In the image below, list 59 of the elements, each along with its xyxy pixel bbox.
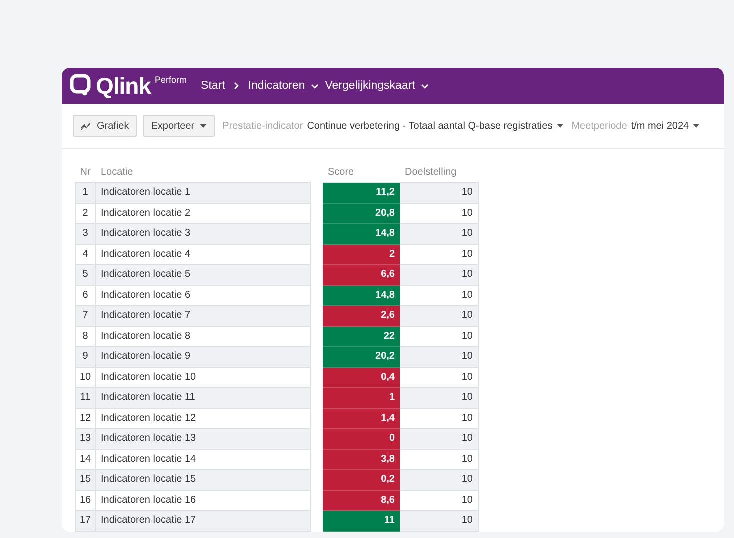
table-cell: 10 (400, 470, 479, 490)
table-cell: Indicatoren locatie 1 (96, 182, 311, 204)
table-cell: 5 (75, 265, 96, 286)
logo-text: Qlink (96, 74, 152, 98)
table-cell: 10 (400, 224, 479, 244)
export-button[interactable]: Exporteer (143, 115, 215, 137)
nav-link[interactable]: Start (201, 80, 226, 92)
score-cell: 20,8 (323, 204, 400, 224)
table-cell: 10 (400, 511, 479, 532)
score-cell: 8,6 (323, 490, 400, 511)
table-cell: Indicatoren locatie 11 (96, 388, 311, 408)
filter-label: Meetperiode (572, 120, 628, 132)
score-cell: 0,4 (323, 368, 400, 388)
table-cell: Indicatoren locatie 9 (96, 347, 311, 368)
score-cell: 11 (323, 511, 400, 532)
table-cell: 10 (400, 429, 479, 450)
table-cell: 1 (75, 182, 96, 204)
score-cell: 2,6 (323, 306, 400, 326)
table-cell: Indicatoren locatie 5 (96, 265, 311, 286)
table-cell: Indicatoren locatie 17 (96, 511, 311, 532)
table-cell: 9 (75, 347, 96, 368)
score-cell: 11,2 (323, 182, 400, 204)
table-cell: Indicatoren locatie 7 (96, 306, 311, 326)
score-cell: 1,4 (323, 408, 400, 429)
table-cell: 10 (400, 347, 479, 368)
table-cell: 15 (75, 470, 96, 490)
table-cell: Indicatoren locatie 13 (96, 429, 311, 450)
column-header: Score (327, 167, 356, 180)
filter-dropdown[interactable]: t/m mei 2024 (631, 120, 690, 132)
column-header: Doelstelling (404, 167, 458, 180)
table-cell: 11 (75, 388, 96, 408)
table-cell: 7 (75, 306, 96, 326)
table-cell: 10 (400, 182, 479, 204)
logo-subtitle: Perform (155, 75, 188, 85)
score-cell: 6,6 (323, 265, 400, 286)
table-cell: Indicatoren locatie 15 (96, 470, 311, 490)
score-cell: 0,2 (323, 470, 400, 490)
column-header: Nr (79, 167, 92, 180)
nav-menu[interactable]: Vergelijkingskaart (325, 80, 430, 92)
table-cell: 13 (75, 429, 96, 450)
score-cell: 20,2 (323, 347, 400, 368)
nav-menu[interactable]: Indicatoren (248, 80, 320, 92)
score-cell: 2 (323, 244, 400, 265)
score-cell: 14,8 (323, 286, 400, 306)
filter-dropdown[interactable]: Continue verbetering - Totaal aantal Q-base registraties (307, 120, 553, 132)
table-cell: 10 (400, 265, 479, 286)
table-cell: Indicatoren locatie 3 (96, 224, 311, 244)
filter-label: Prestatie-indicator (222, 120, 304, 132)
table-cell: 3 (75, 224, 96, 244)
score-cell: 1 (323, 388, 400, 408)
column-header: Locatie (100, 167, 134, 180)
table-cell: 10 (400, 306, 479, 326)
score-cell: 22 (323, 326, 400, 347)
score-cell: 14,8 (323, 224, 400, 244)
score-cell: 3,8 (323, 450, 400, 470)
score-cell: 0 (323, 429, 400, 450)
table-cell: 17 (75, 511, 96, 532)
table-cell: 10 (400, 388, 479, 408)
chart-button[interactable]: Grafiek (73, 115, 138, 137)
